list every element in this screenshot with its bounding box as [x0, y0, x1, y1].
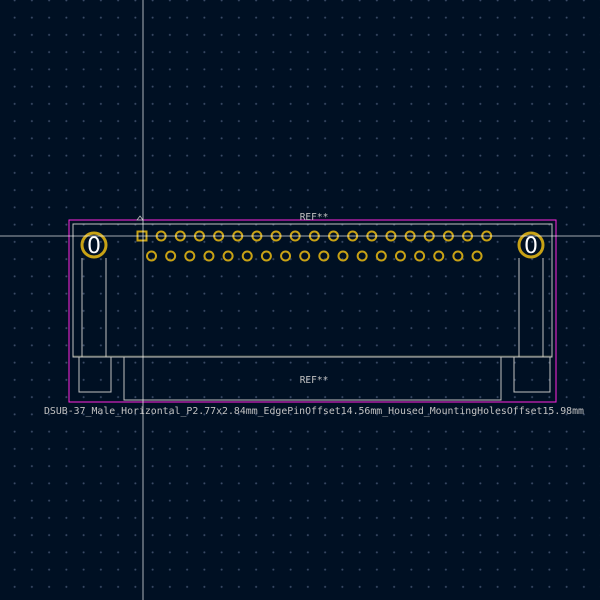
- round-pad-icon[interactable]: [165, 250, 177, 262]
- footprint-view[interactable]: 0 0 REF** REF** DSUB-37_Male_Horizontal_…: [0, 0, 600, 600]
- round-pad-icon[interactable]: [184, 250, 196, 262]
- round-pad-icon[interactable]: [414, 250, 426, 262]
- reference-silkscreen-label[interactable]: REF**: [300, 212, 329, 223]
- connector-body: [72, 223, 553, 401]
- mounting-hole-right-label: 0: [524, 234, 538, 259]
- reference-fab-label[interactable]: REF**: [300, 375, 329, 386]
- round-pad-icon[interactable]: [260, 250, 272, 262]
- round-pad-icon[interactable]: [394, 250, 406, 262]
- round-pad-icon[interactable]: [337, 250, 349, 262]
- round-pad-icon[interactable]: [452, 250, 464, 262]
- round-pad-icon[interactable]: [241, 250, 253, 262]
- round-pad-icon[interactable]: [299, 250, 311, 262]
- round-pad-icon[interactable]: [222, 250, 234, 262]
- round-pad-icon[interactable]: [318, 250, 330, 262]
- pin1-marker-icon: [136, 215, 144, 221]
- mounting-hole-right[interactable]: 0: [517, 231, 545, 259]
- footprint-value-label[interactable]: DSUB-37_Male_Horizontal_P2.77x2.84mm_Edg…: [44, 406, 584, 417]
- round-pad-icon[interactable]: [375, 250, 387, 262]
- round-pad-icon[interactable]: [356, 250, 368, 262]
- round-pad-icon[interactable]: [146, 250, 157, 262]
- round-pad-icon[interactable]: [433, 250, 445, 262]
- mounting-hole-left[interactable]: 0: [80, 231, 108, 259]
- crosshair-icon: [0, 0, 600, 600]
- mounting-hole-left-label: 0: [87, 234, 101, 259]
- round-pad-icon[interactable]: [471, 250, 483, 262]
- round-pad-icon[interactable]: [203, 250, 215, 262]
- round-pad-icon[interactable]: [280, 250, 292, 262]
